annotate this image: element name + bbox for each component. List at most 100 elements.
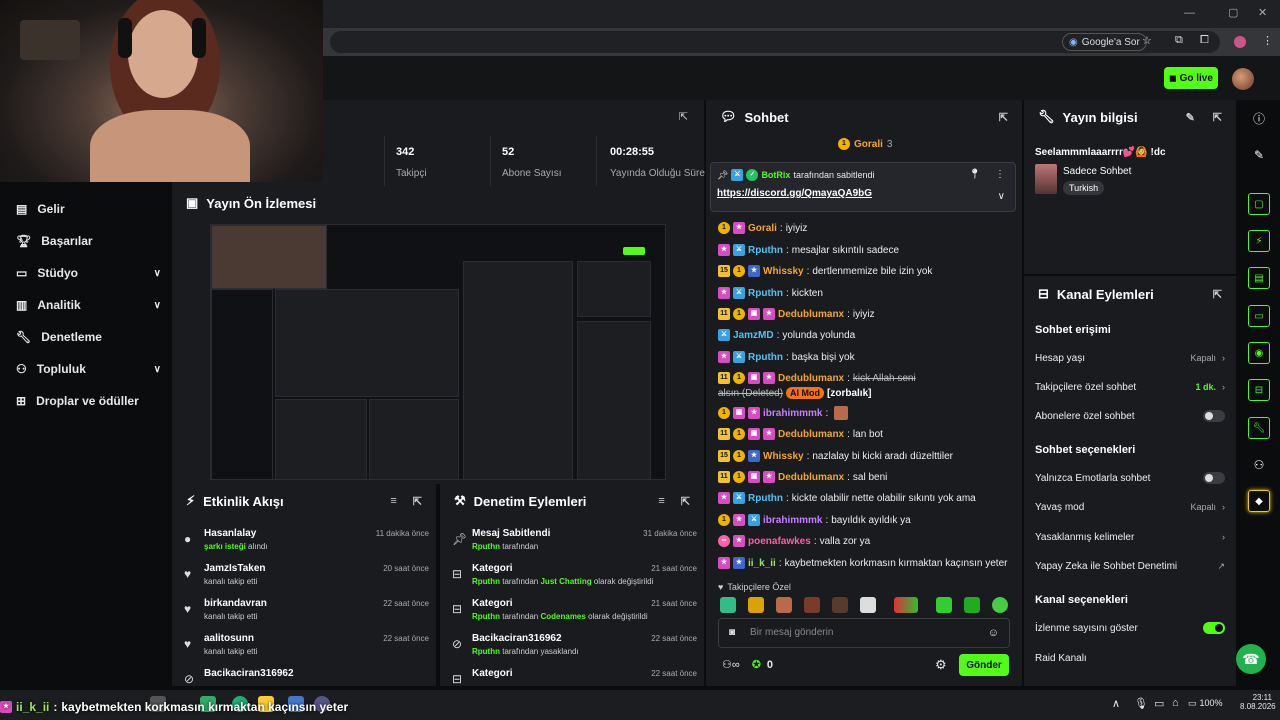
- chat-username[interactable]: Dedublumanx: [778, 472, 844, 483]
- chat-message[interactable]: 15 1 ★ Whissky: nazlalay bi kicki aradı düze…: [718, 450, 953, 462]
- chat-message[interactable]: ★ ⚔ Rputhn: kickten: [718, 287, 823, 299]
- users-icon[interactable]: ⚇∞: [722, 658, 740, 671]
- sidebar-item-basarilar[interactable]: 🏆︎ Başarılar: [16, 234, 161, 248]
- emote-icon[interactable]: [992, 597, 1008, 613]
- popout-icon[interactable]: ⇱: [1213, 288, 1222, 301]
- edit-pencil-icon[interactable]: ✎: [1246, 142, 1272, 168]
- settings-gear-icon[interactable]: ⚙: [935, 657, 947, 673]
- chat-message[interactable]: ★ ⚔ Rputhn: mesajlar sıkıntılı sadece: [718, 244, 899, 256]
- google-ask-button[interactable]: ◉ Google'a Sor: [1062, 33, 1147, 51]
- browser-menu-icon[interactable]: ⋮: [1262, 34, 1273, 47]
- chat-input[interactable]: ◙ Bir mesaj gönderin ☺: [718, 618, 1010, 648]
- chat-username[interactable]: ii_k_ii: [748, 558, 776, 569]
- sidebar-item-analitik[interactable]: ▥ Analitik ∨: [16, 298, 161, 312]
- emote-icon[interactable]: [832, 597, 848, 613]
- chat-username[interactable]: Rputhn: [748, 288, 783, 299]
- top-gifter[interactable]: 1 Gorali 3: [838, 138, 892, 150]
- preview-video[interactable]: [210, 224, 666, 480]
- popout-icon[interactable]: ⇱: [679, 110, 688, 123]
- profile-avatar[interactable]: [1234, 36, 1246, 48]
- popout-icon[interactable]: ⇱: [413, 495, 422, 508]
- chat-bubble-icon[interactable]: ▭: [1248, 305, 1270, 327]
- bolt-icon[interactable]: ⚡︎: [1248, 230, 1270, 252]
- battery-indicator[interactable]: ▭ 100%: [1188, 698, 1223, 709]
- go-live-button[interactable]: ◼ Go live: [1164, 67, 1218, 89]
- filter-icon[interactable]: ≡: [390, 495, 396, 507]
- maximize-icon[interactable]: ▢: [1228, 6, 1238, 19]
- send-button[interactable]: Gönder: [959, 654, 1009, 676]
- chat-message[interactable]: 11 1 ▣ ★ Dedublumanx: kick Allah seni: [718, 372, 916, 384]
- raid-row[interactable]: Raid Kanalı: [1035, 647, 1225, 669]
- chat-username[interactable]: JamzMD: [733, 330, 774, 341]
- users-icon[interactable]: ⚇: [1246, 452, 1272, 478]
- subs-chat-toggle[interactable]: [1203, 410, 1225, 422]
- document-icon[interactable]: ▤: [1248, 267, 1270, 289]
- points-icon[interactable]: ✪: [752, 658, 761, 671]
- sidebar-item-studyo[interactable]: ▭ Stüdyo ∨: [16, 266, 161, 280]
- sidebar-item-denetleme[interactable]: 🔧︎ Denetleme: [16, 330, 161, 344]
- emote-icon[interactable]: [748, 597, 764, 613]
- channel-actions-icon[interactable]: ◆: [1248, 490, 1270, 512]
- chat-username[interactable]: poenafawkes: [748, 536, 811, 547]
- chat-message[interactable]: ★ ★ ii_k_ii: kaybetmekten korkmasın kırmakt…: [718, 557, 1007, 569]
- chat-username[interactable]: Rputhn: [748, 245, 783, 256]
- tray-chevron-icon[interactable]: ∧: [1112, 697, 1120, 710]
- media-icon[interactable]: ⧉: [1175, 34, 1183, 47]
- chat-message[interactable]: 1 ★ ⚔ ibrahimmmk: bayıldık ayıldık ya: [718, 514, 911, 526]
- help-support-icon[interactable]: ☎: [1236, 644, 1266, 674]
- chat-message[interactable]: 1 ▣ ★ ibrahimmmk:: [718, 406, 849, 420]
- emote-icon[interactable]: [720, 597, 736, 613]
- chat-username[interactable]: ibrahimmmk: [763, 408, 822, 419]
- emote-icon[interactable]: [894, 597, 918, 613]
- emote-icon[interactable]: [936, 597, 952, 613]
- chat-username[interactable]: Dedublumanx: [778, 429, 844, 440]
- info-icon[interactable]: ⓘ: [1246, 105, 1272, 131]
- chat-message[interactable]: 11 1 ▣ ★ Dedublumanx: lan bot: [718, 428, 883, 440]
- chat-username[interactable]: Whissky: [763, 266, 804, 277]
- chat-username[interactable]: Rputhn: [748, 493, 783, 504]
- chat-mode-icon[interactable]: ◙: [729, 627, 735, 638]
- more-options-icon[interactable]: ⋮: [995, 169, 1005, 180]
- sidebar-item-topluluk[interactable]: ⚇ Topluluk ∨: [16, 362, 161, 376]
- chat-message[interactable]: 1 ★ Gorali: iyiyiz: [718, 222, 807, 234]
- show-viewers-toggle[interactable]: [1203, 622, 1225, 634]
- bookmark-star-icon[interactable]: ☆: [1142, 34, 1152, 47]
- banned-words-row[interactable]: Yasaklanmış kelimeler ›: [1035, 526, 1225, 548]
- popout-icon[interactable]: ⇱: [1213, 111, 1222, 124]
- user-avatar[interactable]: [1232, 68, 1254, 90]
- chat-username[interactable]: Rputhn: [748, 352, 783, 363]
- chat-username[interactable]: Whissky: [763, 451, 804, 462]
- chat-message[interactable]: ∞ ★ poenafawkes: valla zor ya: [718, 535, 870, 547]
- filter-icon[interactable]: ≡: [658, 495, 664, 507]
- emote-icon[interactable]: [804, 597, 820, 613]
- followers-chat-row[interactable]: Takipçilere özel sohbet 1 dk. ›: [1035, 376, 1225, 398]
- mic-icon[interactable]: 🎙︎: [1134, 697, 1148, 710]
- close-window-icon[interactable]: ✕: [1258, 6, 1267, 19]
- unpin-icon[interactable]: 📍︎: [968, 169, 981, 180]
- edit-pencil-icon[interactable]: ✎: [1186, 111, 1195, 124]
- ai-mod-row[interactable]: Yapay Zeka ile Sohbet Denetimi ↗: [1035, 555, 1225, 577]
- wrench-icon[interactable]: 🔧︎: [1248, 417, 1270, 439]
- extensions-icon[interactable]: ⧠: [1200, 34, 1209, 47]
- capture-icon[interactable]: ▢: [1248, 193, 1270, 215]
- chat-message[interactable]: ★ ⚔ Rputhn: başka bişi yok: [718, 351, 855, 363]
- moderation-icon[interactable]: ⊟: [1248, 379, 1270, 401]
- clock[interactable]: 23:11 8.08.2026: [1240, 693, 1276, 711]
- chevron-down-icon[interactable]: ∨: [998, 191, 1005, 202]
- emoji-icon[interactable]: ☺: [988, 627, 999, 639]
- popout-icon[interactable]: ⇱: [999, 111, 1008, 124]
- tray-app-icon[interactable]: ▭: [1154, 697, 1164, 710]
- chat-username[interactable]: ibrahimmmk: [763, 515, 822, 526]
- emote-only-toggle[interactable]: [1203, 472, 1225, 484]
- chat-username[interactable]: Dedublumanx: [778, 309, 844, 320]
- broadcast-icon[interactable]: ◉: [1248, 342, 1270, 364]
- slow-mode-row[interactable]: Yavaş mod Kapalı ›: [1035, 496, 1225, 518]
- pinned-link[interactable]: https://discord.gg/QmayaQA9bG: [717, 188, 872, 199]
- sidebar-item-droplar[interactable]: ⊞ Droplar ve ödüller: [16, 394, 161, 408]
- chat-username[interactable]: Dedublumanx: [778, 373, 844, 384]
- popout-icon[interactable]: ⇱: [681, 495, 690, 508]
- network-icon[interactable]: ⌂: [1172, 697, 1179, 709]
- emote-icon[interactable]: [964, 597, 980, 613]
- emote-icon[interactable]: [776, 597, 792, 613]
- chat-username[interactable]: Gorali: [748, 223, 777, 234]
